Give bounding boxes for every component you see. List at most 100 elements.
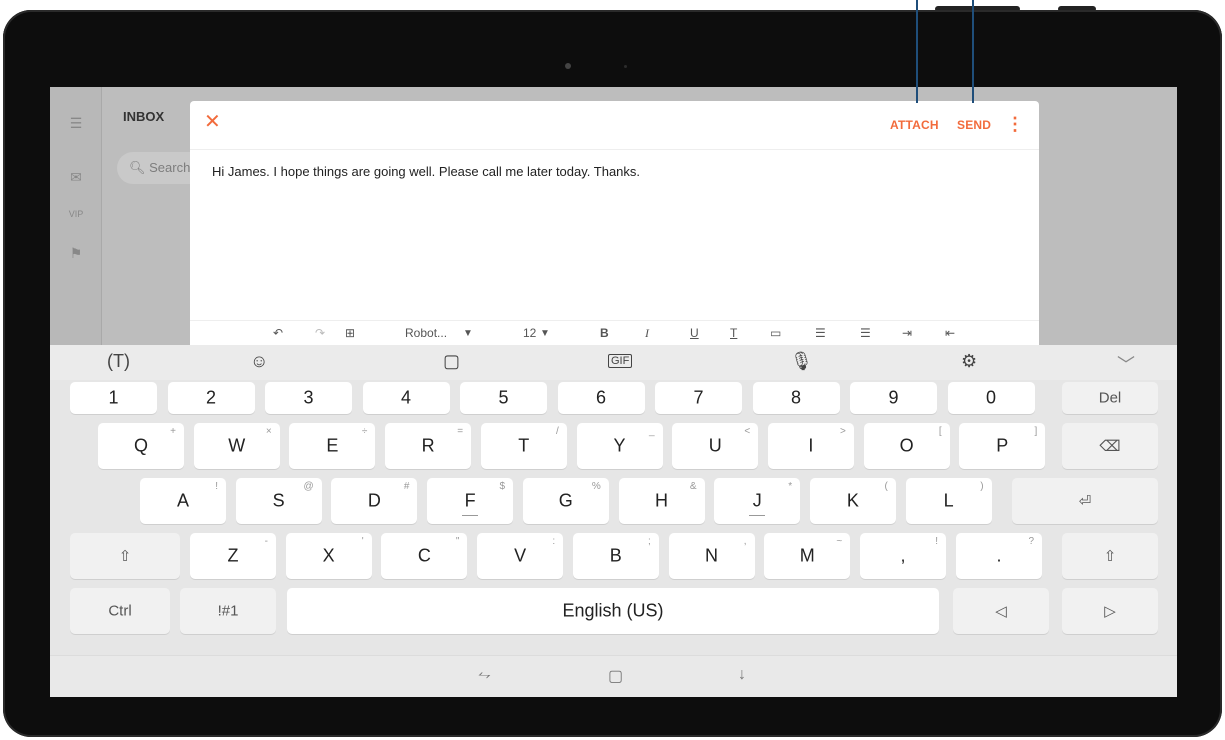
cursor-left-icon: ◁ xyxy=(995,603,1007,620)
key-2[interactable]: 2 xyxy=(167,382,255,414)
emoji-icon[interactable]: ☺ xyxy=(250,351,268,372)
ctrl-key[interactable]: Ctrl xyxy=(70,588,170,634)
translate-icon[interactable]: (T) xyxy=(107,351,130,372)
period-key[interactable]: .? xyxy=(956,533,1042,579)
key-y[interactable]: Y _ xyxy=(576,423,663,469)
text-color-button[interactable]: T xyxy=(730,326,737,340)
key-7[interactable]: 7 xyxy=(655,382,742,414)
underline-button[interactable]: U xyxy=(690,326,699,340)
key-s[interactable]: S @ xyxy=(235,478,322,524)
key-1[interactable]: 1 xyxy=(70,382,157,414)
font-size-select[interactable]: 12 xyxy=(523,326,536,340)
key-secondary-symbol: ~ xyxy=(836,536,843,547)
key-label: U xyxy=(708,435,722,456)
gif-icon[interactable]: GIF xyxy=(608,354,633,368)
insert-image-icon[interactable]: ⊞ xyxy=(345,326,355,340)
key-t[interactable]: T / xyxy=(480,423,567,469)
indent-icon[interactable]: ⇥ xyxy=(902,326,912,340)
vip-label[interactable]: VIP xyxy=(50,209,102,219)
key-f[interactable]: F $ xyxy=(427,478,514,524)
key-h[interactable]: H & xyxy=(618,478,705,524)
backspace-key[interactable]: ⌫ xyxy=(1062,423,1158,469)
key-secondary-symbol: , xyxy=(743,536,747,547)
key-3[interactable]: 3 xyxy=(265,382,352,414)
key-v[interactable]: V: xyxy=(477,533,564,579)
key-u[interactable]: U < xyxy=(672,423,759,469)
key-w[interactable]: W × xyxy=(193,423,280,469)
key-o[interactable]: O[ xyxy=(863,423,950,469)
enter-key[interactable]: ⏎ xyxy=(1012,478,1158,524)
shift-key-left[interactable]: ⇧ xyxy=(70,533,180,579)
key-x[interactable]: X ' xyxy=(285,533,372,579)
key-q[interactable]: Q + xyxy=(98,423,184,469)
symbols-key[interactable]: !#1 xyxy=(180,588,276,634)
undo-icon[interactable]: ↶ xyxy=(273,326,283,340)
back-icon[interactable]: ↓ xyxy=(738,666,746,684)
bulleted-list-icon[interactable]: ☰ xyxy=(815,326,826,340)
key-8[interactable]: 8 xyxy=(752,382,840,414)
key-label: C xyxy=(417,545,431,566)
collapse-keyboard-icon[interactable]: ﹀ xyxy=(1117,351,1135,377)
mail-icon[interactable]: ✉ xyxy=(50,169,102,186)
chevron-down-icon[interactable]: ▼ xyxy=(463,328,473,339)
close-icon[interactable]: ✕ xyxy=(204,109,221,134)
send-callout-line xyxy=(972,0,974,103)
background-color-icon[interactable]: ▭ xyxy=(770,326,781,340)
key-6[interactable]: 6 xyxy=(557,382,645,414)
space-bar[interactable]: English (US) xyxy=(287,588,939,634)
message-body[interactable]: Hi James. I hope things are going well. … xyxy=(212,164,640,179)
key-z[interactable]: Z- xyxy=(190,533,276,579)
key-label: L xyxy=(943,490,954,511)
key-m[interactable]: M ~ xyxy=(764,533,851,579)
home-icon[interactable]: ▢ xyxy=(608,666,623,686)
cursor-left-key[interactable]: ◁ xyxy=(953,588,1049,634)
key-c[interactable]: C " xyxy=(381,533,468,579)
key-9[interactable]: 9 xyxy=(850,382,937,414)
comma-key[interactable]: ,! xyxy=(860,533,946,579)
outdent-icon[interactable]: ⇤ xyxy=(945,326,955,340)
more-vertical-icon[interactable]: ⋮ xyxy=(1006,114,1024,135)
recents-icon[interactable]: ⥊ xyxy=(478,666,491,684)
cursor-right-key[interactable]: ▷ xyxy=(1062,588,1158,634)
key-l[interactable]: L) xyxy=(905,478,992,524)
key-4[interactable]: 4 xyxy=(362,382,450,414)
key-k[interactable]: K( xyxy=(809,478,896,524)
attach-button[interactable]: ATTACH xyxy=(890,118,939,132)
italic-button[interactable]: I xyxy=(645,326,649,341)
key-p[interactable]: P] xyxy=(959,423,1046,469)
font-name-select[interactable]: Robot... xyxy=(405,326,447,340)
key-b[interactable]: B; xyxy=(572,533,659,579)
key-secondary-symbol: * xyxy=(788,481,793,492)
key-label: 3 xyxy=(303,387,314,408)
key-secondary-symbol: ] xyxy=(1034,426,1038,437)
key-d[interactable]: D # xyxy=(331,478,418,524)
sticker-icon[interactable]: ▢ xyxy=(443,351,460,372)
chevron-down-icon[interactable]: ▼ xyxy=(540,328,550,339)
microphone-icon[interactable]: 🎙︎ xyxy=(790,351,813,372)
key-label: A xyxy=(176,490,189,511)
shift-key-right[interactable]: ⇧ xyxy=(1062,533,1158,579)
key-0[interactable]: 0 xyxy=(947,382,1035,414)
key-j[interactable]: J * xyxy=(714,478,801,524)
key-label: I xyxy=(808,435,814,456)
key-label: X xyxy=(322,545,335,566)
flag-icon[interactable]: ⚑ xyxy=(50,245,102,262)
key-secondary-symbol: / xyxy=(556,426,559,437)
key-e[interactable]: E ÷ xyxy=(289,423,376,469)
light-sensor xyxy=(624,65,627,68)
key-r[interactable]: R = xyxy=(385,423,472,469)
key-g[interactable]: G% xyxy=(522,478,609,524)
key-secondary-symbol: $ xyxy=(499,481,506,492)
key-secondary-symbol: [ xyxy=(938,426,942,437)
del-key[interactable]: Del xyxy=(1062,382,1158,414)
menu-icon[interactable]: ☰ xyxy=(50,115,102,132)
bold-button[interactable]: B xyxy=(600,326,609,340)
key-i[interactable]: I > xyxy=(767,423,854,469)
settings-icon[interactable]: ⚙ xyxy=(961,351,977,372)
key-a[interactable]: A! xyxy=(140,478,226,524)
redo-icon[interactable]: ↷ xyxy=(315,326,325,340)
key-5[interactable]: 5 xyxy=(460,382,547,414)
send-button[interactable]: SEND xyxy=(957,118,991,132)
numbered-list-icon[interactable]: ☰ xyxy=(860,326,871,340)
key-n[interactable]: N, xyxy=(668,533,755,579)
